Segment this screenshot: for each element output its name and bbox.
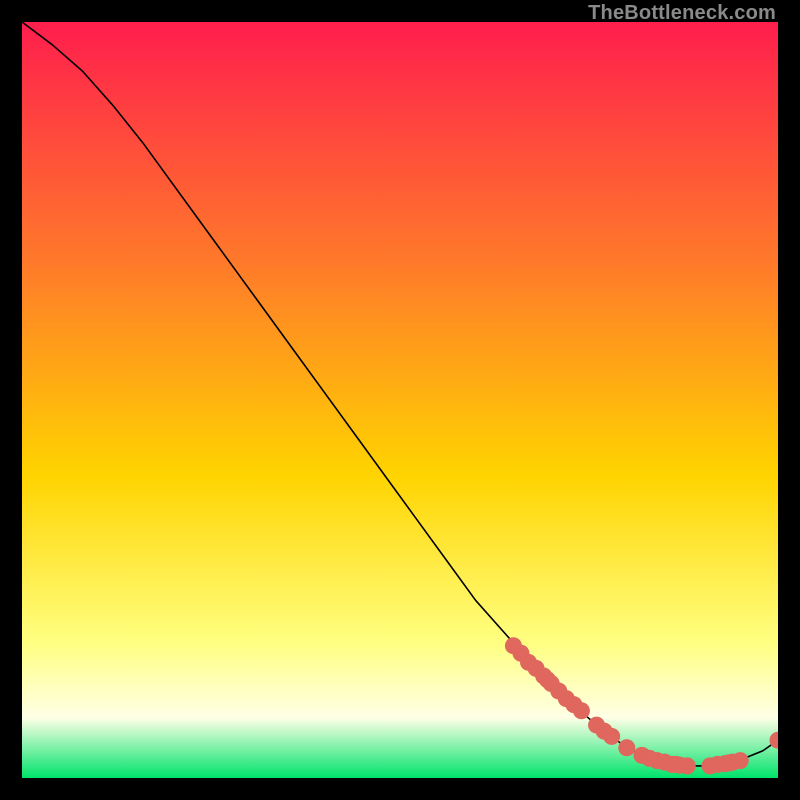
marker-point xyxy=(603,728,620,745)
marker-point xyxy=(732,752,749,769)
bottleneck-curve-plot xyxy=(22,22,778,778)
gradient-background xyxy=(22,22,778,778)
figure-container: TheBottleneck.com xyxy=(0,0,800,800)
watermark-text: TheBottleneck.com xyxy=(588,2,776,25)
marker-point xyxy=(618,739,635,756)
marker-point xyxy=(679,757,696,774)
marker-point xyxy=(573,702,590,719)
